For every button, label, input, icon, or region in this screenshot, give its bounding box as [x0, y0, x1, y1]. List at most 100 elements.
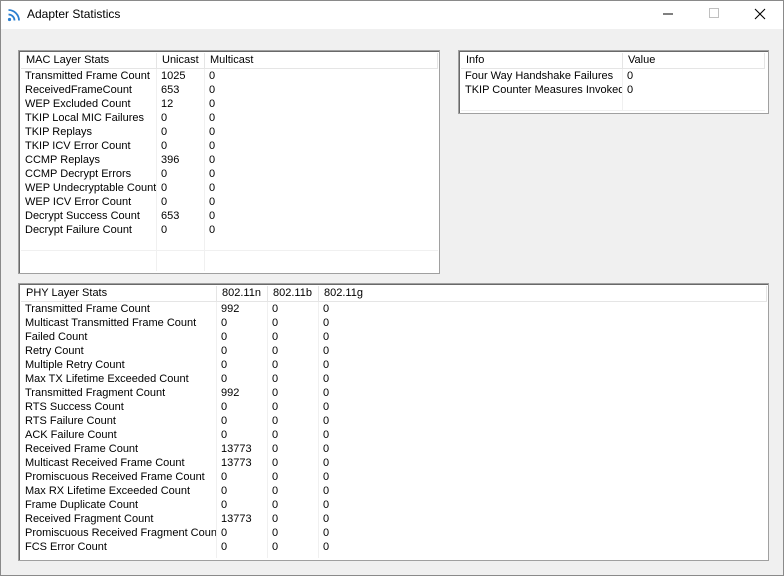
phy-stat-value: 0 — [221, 499, 228, 511]
column-gridline — [622, 69, 623, 111]
phy-stat-value: 0 — [221, 401, 228, 413]
info-column-header[interactable]: Info — [461, 53, 623, 69]
phy-stat-value: 13773 — [221, 513, 252, 525]
phy-column-header[interactable]: PHY Layer Stats — [21, 286, 217, 302]
phy-list-row[interactable]: Multicast Received Frame Count 13773 0 0 — [21, 456, 767, 470]
info-list[interactable]: Info Value Four Way Handshake Failures 0 TKI… — [458, 50, 769, 114]
phy-stat-value: 0 — [221, 429, 228, 441]
phy-list-row[interactable]: RTS Failure Count 0 0 0 — [21, 414, 767, 428]
mac-stat-value: 0 — [209, 112, 216, 124]
mac-list-row[interactable]: TKIP Local MIC Failures 0 0 — [21, 111, 438, 125]
close-button[interactable] — [737, 1, 783, 29]
phy-stat-value: 0 — [272, 331, 279, 343]
mac-stat-name: TKIP Replays — [25, 126, 93, 138]
title-bar[interactable]: Adapter Statistics — [1, 1, 783, 29]
phy-stat-value: 0 — [272, 443, 279, 455]
mac-stat-value: 0 — [209, 210, 216, 222]
phy-stat-value: 0 — [323, 359, 330, 371]
info-column-header[interactable]: Value — [623, 53, 765, 69]
phy-stat-value: 0 — [221, 359, 228, 371]
phy-stat-value: 0 — [323, 401, 330, 413]
wifi-signal-icon — [7, 8, 21, 22]
mac-stat-value: 0 — [209, 182, 216, 194]
phy-list-row[interactable]: Received Frame Count 13773 0 0 — [21, 442, 767, 456]
phy-stat-value: 0 — [323, 527, 330, 539]
mac-column-header[interactable]: MAC Layer Stats — [21, 53, 157, 69]
phy-list-row[interactable]: Multiple Retry Count 0 0 0 — [21, 358, 767, 372]
phy-list-row[interactable]: Failed Count 0 0 0 — [21, 330, 767, 344]
phy-stat-value: 0 — [272, 513, 279, 525]
info-stat-value: 0 — [627, 84, 634, 96]
phy-list-row[interactable]: Promiscuous Received Frame Count 0 0 0 — [21, 470, 767, 484]
info-list-row[interactable]: TKIP Counter Measures Invoked 0 — [461, 83, 765, 97]
info-stat-name: TKIP Counter Measures Invoked — [465, 84, 623, 96]
phy-stat-value: 0 — [272, 471, 279, 483]
phy-column-header[interactable]: 802.11n — [217, 286, 268, 302]
mac-stat-name: WEP ICV Error Count — [25, 196, 132, 208]
mac-stat-value: 0 — [209, 70, 216, 82]
mac-list-row[interactable]: TKIP Replays 0 0 — [21, 125, 438, 139]
minimize-icon — [662, 8, 674, 22]
phy-list-row[interactable]: RTS Success Count 0 0 0 — [21, 400, 767, 414]
phy-column-header[interactable]: 802.11b — [268, 286, 319, 302]
mac-list-row[interactable]: CCMP Decrypt Errors 0 0 — [21, 167, 438, 181]
minimize-button[interactable] — [645, 1, 691, 29]
phy-stat-value: 0 — [323, 541, 330, 553]
mac-stat-value: 0 — [209, 196, 216, 208]
mac-list-row[interactable]: CCMP Replays 396 0 — [21, 153, 438, 167]
phy-stat-name: Max RX Lifetime Exceeded Count — [25, 485, 191, 497]
maximize-button[interactable] — [691, 1, 737, 29]
phy-stat-value: 0 — [323, 345, 330, 357]
info-stat-name: Four Way Handshake Failures — [465, 70, 614, 82]
mac-list-row[interactable]: ReceivedFrameCount 653 0 — [21, 83, 438, 97]
info-list-row[interactable]: Four Way Handshake Failures 0 — [461, 69, 765, 83]
mac-list-row[interactable]: Decrypt Failure Count 0 0 — [21, 223, 438, 237]
phy-list-row[interactable]: ACK Failure Count 0 0 0 — [21, 428, 767, 442]
column-gridline — [216, 302, 217, 558]
phy-stat-name: ACK Failure Count — [25, 429, 117, 441]
phy-stat-value: 0 — [272, 485, 279, 497]
phy-stat-value: 0 — [323, 485, 330, 497]
phy-stat-value: 0 — [323, 429, 330, 441]
phy-list-row[interactable]: Received Fragment Count 13773 0 0 — [21, 512, 767, 526]
phy-stat-value: 0 — [221, 527, 228, 539]
phy-stat-value: 0 — [323, 471, 330, 483]
mac-list-row[interactable]: Decrypt Success Count 653 0 — [21, 209, 438, 223]
phy-column-header[interactable]: 802.11g — [319, 286, 767, 302]
phy-stat-value: 13773 — [221, 457, 252, 469]
mac-layer-stats-list[interactable]: MAC Layer Stats Unicast Multicast Transmitt… — [18, 50, 440, 274]
mac-column-header[interactable]: Unicast — [157, 53, 205, 69]
phy-stat-value: 0 — [323, 443, 330, 455]
phy-stat-value: 0 — [323, 317, 330, 329]
phy-stat-value: 992 — [221, 303, 240, 315]
phy-list-row[interactable]: Max TX Lifetime Exceeded Count 0 0 0 — [21, 372, 767, 386]
phy-list-row[interactable]: Frame Duplicate Count 0 0 0 — [21, 498, 767, 512]
phy-list-row[interactable]: Max RX Lifetime Exceeded Count 0 0 0 — [21, 484, 767, 498]
phy-stat-value: 0 — [272, 499, 279, 511]
phy-list-row[interactable]: Promiscuous Received Fragment Count 0 0 0 — [21, 526, 767, 540]
mac-list-row[interactable]: Transmitted Frame Count 1025 0 — [21, 69, 438, 83]
phy-stat-value: 0 — [272, 359, 279, 371]
close-icon — [754, 8, 766, 23]
mac-list-row[interactable]: TKIP ICV Error Count 0 0 — [21, 139, 438, 153]
mac-column-header[interactable]: Multicast — [205, 53, 438, 69]
mac-list-row[interactable]: WEP Excluded Count 12 0 — [21, 97, 438, 111]
mac-stat-name: TKIP ICV Error Count — [25, 140, 131, 152]
phy-stat-value: 0 — [323, 373, 330, 385]
phy-list-row[interactable]: Transmitted Fragment Count 992 0 0 — [21, 386, 767, 400]
mac-list-row[interactable]: WEP ICV Error Count 0 0 — [21, 195, 438, 209]
phy-stat-name: Frame Duplicate Count — [25, 499, 139, 511]
phy-stat-value: 0 — [323, 387, 330, 399]
phy-list-row[interactable]: Transmitted Frame Count 992 0 0 — [21, 302, 767, 316]
phy-layer-stats-list[interactable]: PHY Layer Stats 802.11n 802.11b 802.11g Tran… — [18, 283, 769, 561]
mac-list-row[interactable]: WEP Undecryptable Count 0 0 — [21, 181, 438, 195]
mac-stat-value: 0 — [161, 224, 168, 236]
phy-list-row[interactable]: Multicast Transmitted Frame Count 0 0 0 — [21, 316, 767, 330]
phy-stat-value: 0 — [272, 303, 279, 315]
mac-stat-name: Decrypt Success Count — [25, 210, 140, 222]
phy-list-row[interactable]: FCS Error Count 0 0 0 — [21, 540, 767, 554]
phy-list-row[interactable]: Retry Count 0 0 0 — [21, 344, 767, 358]
adapter-statistics-window: Adapter Statistics MAC Layer Stats Unicas… — [0, 0, 784, 576]
mac-stat-value: 0 — [161, 126, 168, 138]
mac-header-row: MAC Layer Stats Unicast Multicast — [21, 53, 438, 69]
